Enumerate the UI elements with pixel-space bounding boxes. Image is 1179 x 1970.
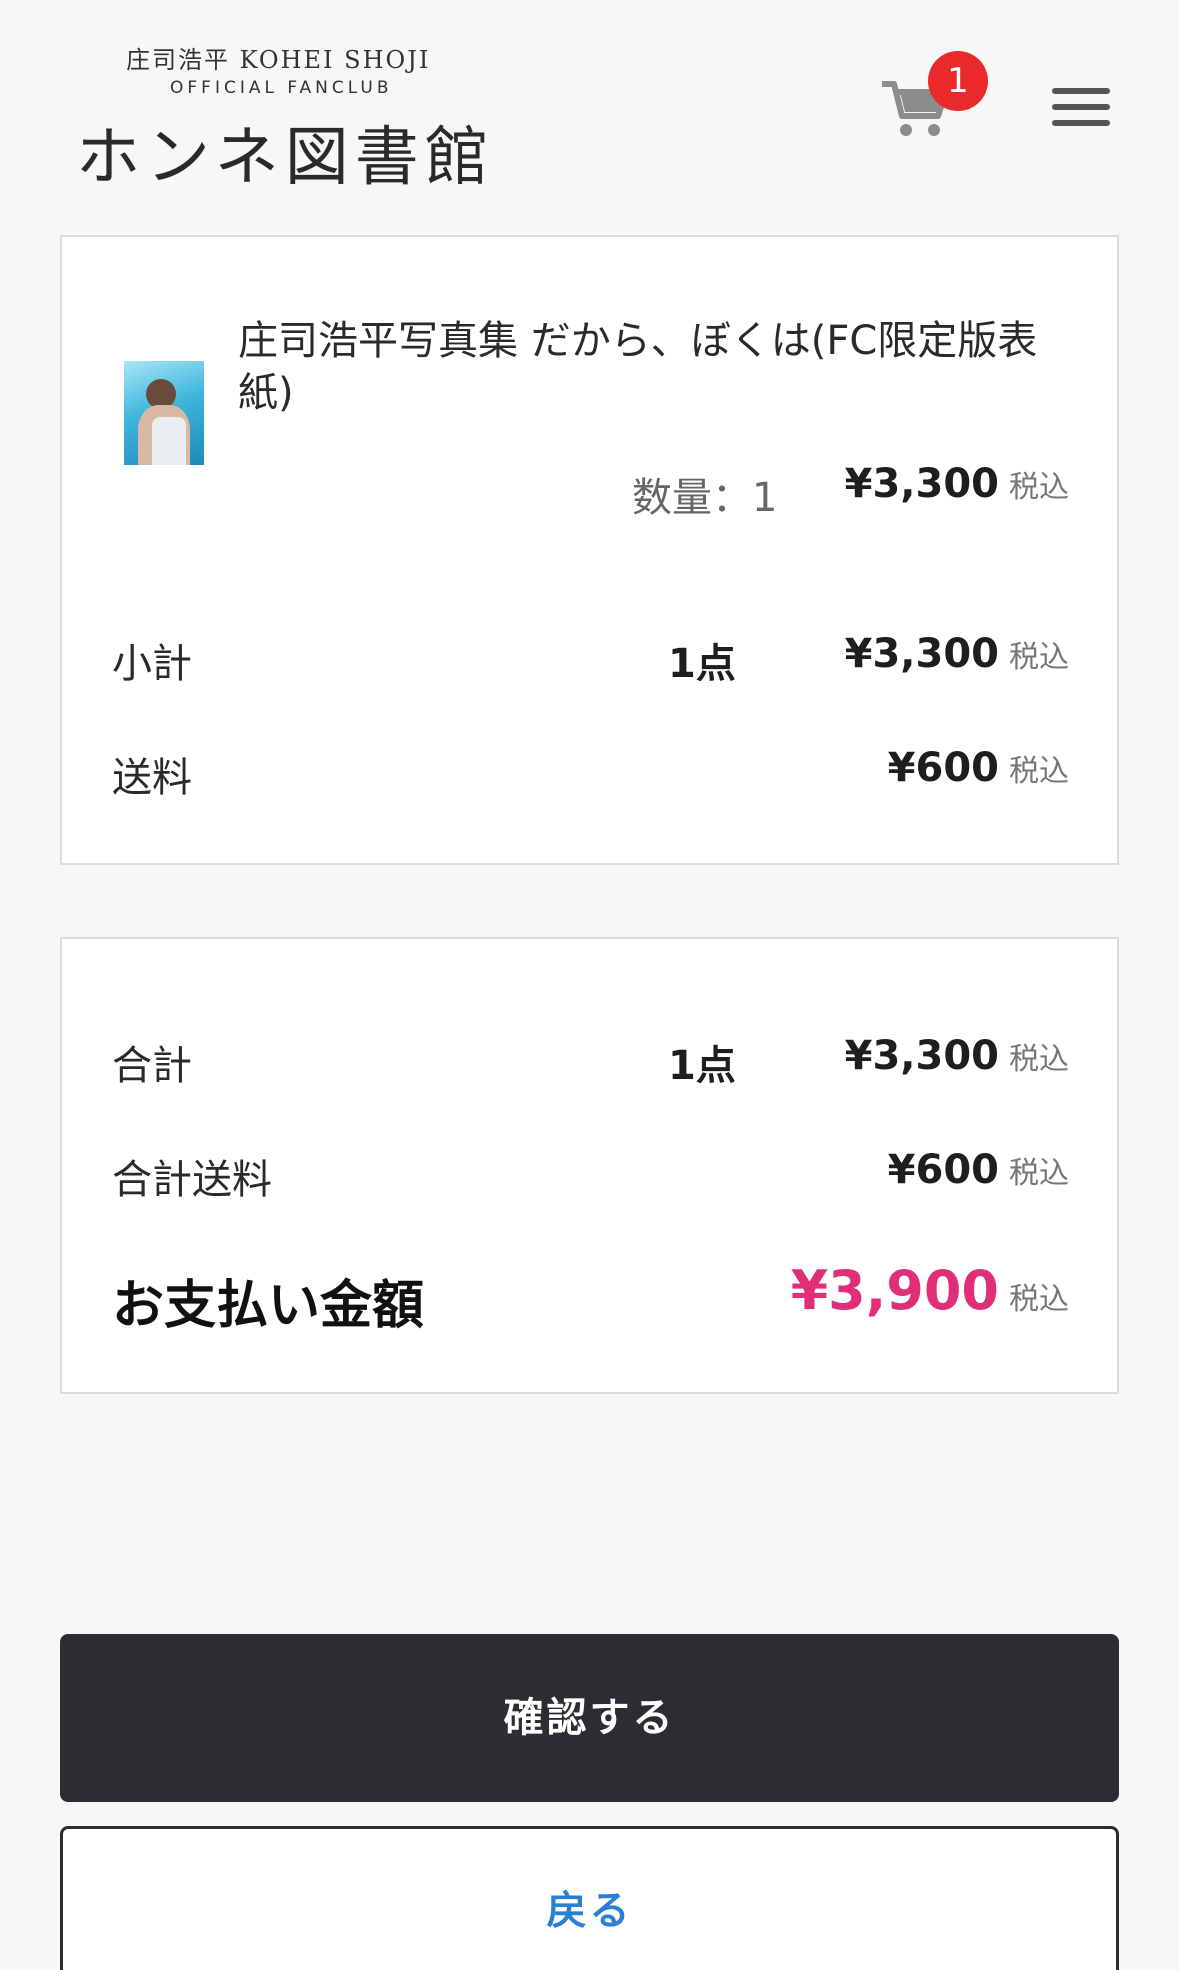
subtotal-price: ¥3,300 [844, 631, 999, 677]
cart-items-card: 庄司浩平写真集 だから、ぼくは(FC限定版表紙) 数量：1 ¥3,300 税込 小… [60, 235, 1119, 865]
tax-label: 税込 [1009, 1282, 1069, 1317]
product-price: ¥3,300 [844, 461, 999, 507]
logo-top-text: 庄司浩平 KOHEI SHOJI [126, 46, 431, 74]
menu-bar [1052, 120, 1110, 126]
thumb-shape [152, 417, 186, 465]
confirm-button[interactable]: 確認する [60, 1634, 1119, 1802]
shipping-price: ¥600 [887, 745, 999, 791]
menu-bar [1052, 88, 1110, 94]
payment-price-row: ¥3,900 税込 [791, 1259, 1069, 1322]
tax-label: 税込 [1009, 1156, 1069, 1191]
back-button[interactable]: 戻る [60, 1826, 1119, 1970]
cart-count-badge: 1 [928, 51, 988, 111]
product-title[interactable]: 庄司浩平写真集 だから、ぼくは(FC限定版表紙) [238, 315, 1068, 419]
tax-label: 税込 [1009, 1042, 1069, 1077]
product-thumbnail[interactable] [124, 361, 204, 465]
subtotal-count: 1点 [668, 641, 736, 687]
tax-label: 税込 [1009, 640, 1069, 675]
total-shipping-price-row: ¥600 税込 [888, 1147, 1069, 1193]
payment-amount: ¥3,900 [790, 1259, 999, 1322]
logo-title: ホンネ図書館 [76, 121, 495, 195]
total-price-row: ¥3,300 税込 [845, 1033, 1069, 1079]
total-shipping-label: 合計送料 [112, 1157, 272, 1203]
subtotal-price-row: ¥3,300 税込 [845, 631, 1069, 677]
total-label: 合計 [112, 1043, 192, 1089]
hamburger-menu-button[interactable] [1052, 88, 1110, 128]
site-logo[interactable]: 庄司浩平 KOHEI SHOJI OFFICIAL FANCLUB ホンネ図書館 [70, 36, 490, 195]
header: 庄司浩平 KOHEI SHOJI OFFICIAL FANCLUB ホンネ図書館… [0, 0, 1179, 210]
payment-amount-label: お支払い金額 [112, 1276, 425, 1336]
page: 庄司浩平 KOHEI SHOJI OFFICIAL FANCLUB ホンネ図書館… [0, 0, 1179, 1970]
tax-label: 税込 [1009, 754, 1069, 789]
menu-bar [1052, 104, 1110, 110]
total-price: ¥3,300 [844, 1033, 999, 1079]
subtotal-label: 小計 [112, 641, 192, 687]
product-quantity: 数量：1 [632, 475, 778, 521]
shipping-price-row: ¥600 税込 [888, 745, 1069, 791]
shipping-label: 送料 [112, 755, 192, 801]
product-price-row: ¥3,300 税込 [845, 461, 1069, 507]
total-shipping-price: ¥600 [887, 1147, 999, 1193]
logo-subtitle: OFFICIAL FANCLUB [170, 78, 393, 98]
total-count: 1点 [668, 1043, 736, 1089]
tax-label: 税込 [1009, 470, 1069, 505]
order-summary-card: 合計 1点 ¥3,300 税込 合計送料 ¥600 税込 お支払い金額 ¥3,900… [60, 937, 1119, 1394]
